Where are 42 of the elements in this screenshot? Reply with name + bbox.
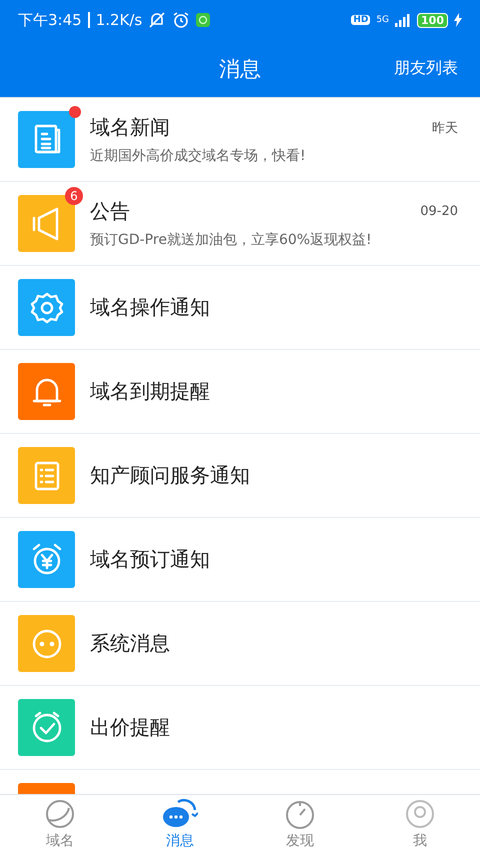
unread-count: 6 xyxy=(65,187,83,205)
user-icon xyxy=(404,798,436,830)
nav-tab[interactable]: 消息 xyxy=(120,795,240,853)
hd-label: HD xyxy=(351,15,370,25)
message-time: 09-20 xyxy=(420,204,458,219)
message-title: 域名到期提醒 xyxy=(90,378,210,405)
network-type: 5G xyxy=(376,15,390,25)
message-title: 出价提醒 xyxy=(90,714,170,741)
page-title: 消息 xyxy=(219,56,261,82)
nav-tab[interactable]: 我 xyxy=(360,795,480,853)
message-title: 域名预订通知 xyxy=(90,546,210,573)
message-title: 知产顾问服务通知 xyxy=(90,462,250,489)
message-preview: 近期国外高价成交域名专场，快看! xyxy=(90,147,307,165)
message-row[interactable]: 域名预订通知 xyxy=(0,518,480,602)
charging-icon xyxy=(454,13,462,27)
network-speed: 1.2K/s xyxy=(96,11,142,29)
message-row[interactable]: 域名到期提醒 xyxy=(0,350,480,434)
muted-bell-icon xyxy=(148,11,166,29)
nav-tab[interactable]: 域名 xyxy=(0,795,120,853)
message-row[interactable]: 6 公告 09-20 预订GD-Pre就送加油包，立享60%返现权益! xyxy=(0,182,480,266)
message-preview: 预订GD-Pre就送加油包，立享60%返现权益! xyxy=(90,231,373,249)
alarm-icon xyxy=(172,11,190,29)
message-title: 域名操作通知 xyxy=(90,294,210,321)
message-row[interactable]: 出价提醒 xyxy=(0,686,480,770)
globe-icon xyxy=(44,798,76,830)
nav-tab[interactable]: 发现 xyxy=(240,795,360,853)
message-row[interactable]: 域名新闻 昨天 近期国外高价成交域名专场，快看! xyxy=(0,98,480,182)
app-icon xyxy=(196,13,210,27)
compass-icon xyxy=(284,798,316,830)
friends-list-link[interactable]: 朋友列表 xyxy=(394,58,458,79)
message-title: 域名新闻 xyxy=(90,114,170,141)
chat-bubble-icon xyxy=(162,798,198,830)
message-row[interactable]: 系统消息 xyxy=(0,602,480,686)
battery-level: 100 xyxy=(417,12,448,28)
divider-icon xyxy=(88,12,90,28)
message-row[interactable]: 域名操作通知 xyxy=(0,266,480,350)
message-time: 昨天 xyxy=(432,120,458,136)
message-row[interactable]: 知产顾问服务通知 xyxy=(0,434,480,518)
message-title: 公告 xyxy=(90,198,130,225)
status-time: 下午3:45 xyxy=(18,10,82,30)
signal-icon xyxy=(395,13,412,27)
message-title: 系统消息 xyxy=(90,630,170,657)
